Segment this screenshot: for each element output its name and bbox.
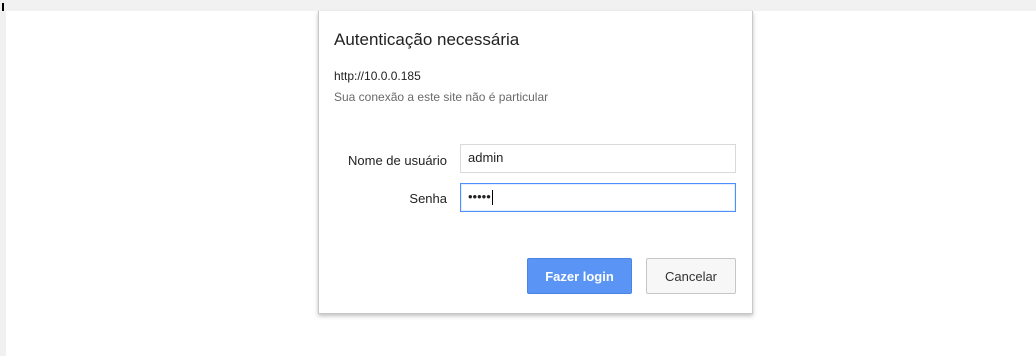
password-label: Senha bbox=[409, 191, 447, 206]
cursor-mark bbox=[2, 3, 4, 11]
text-caret bbox=[491, 190, 493, 206]
username-label: Nome de usuário bbox=[348, 153, 447, 168]
browser-top-strip bbox=[0, 0, 1036, 11]
site-origin: http://10.0.0.185 bbox=[334, 69, 421, 83]
cancel-button[interactable]: Cancelar bbox=[646, 258, 736, 294]
username-value: admin bbox=[468, 150, 504, 165]
login-button[interactable]: Fazer login bbox=[527, 258, 632, 294]
password-field[interactable]: ••••• bbox=[460, 183, 736, 212]
connection-warning: Sua conexão a este site não é particular bbox=[334, 90, 549, 104]
browser-left-border bbox=[0, 0, 6, 356]
dialog-title: Autenticação necessária bbox=[334, 30, 520, 49]
username-field[interactable]: admin bbox=[460, 144, 736, 173]
password-value: ••••• bbox=[468, 189, 491, 204]
auth-dialog: Autenticação necessária http://10.0.0.18… bbox=[318, 11, 753, 314]
